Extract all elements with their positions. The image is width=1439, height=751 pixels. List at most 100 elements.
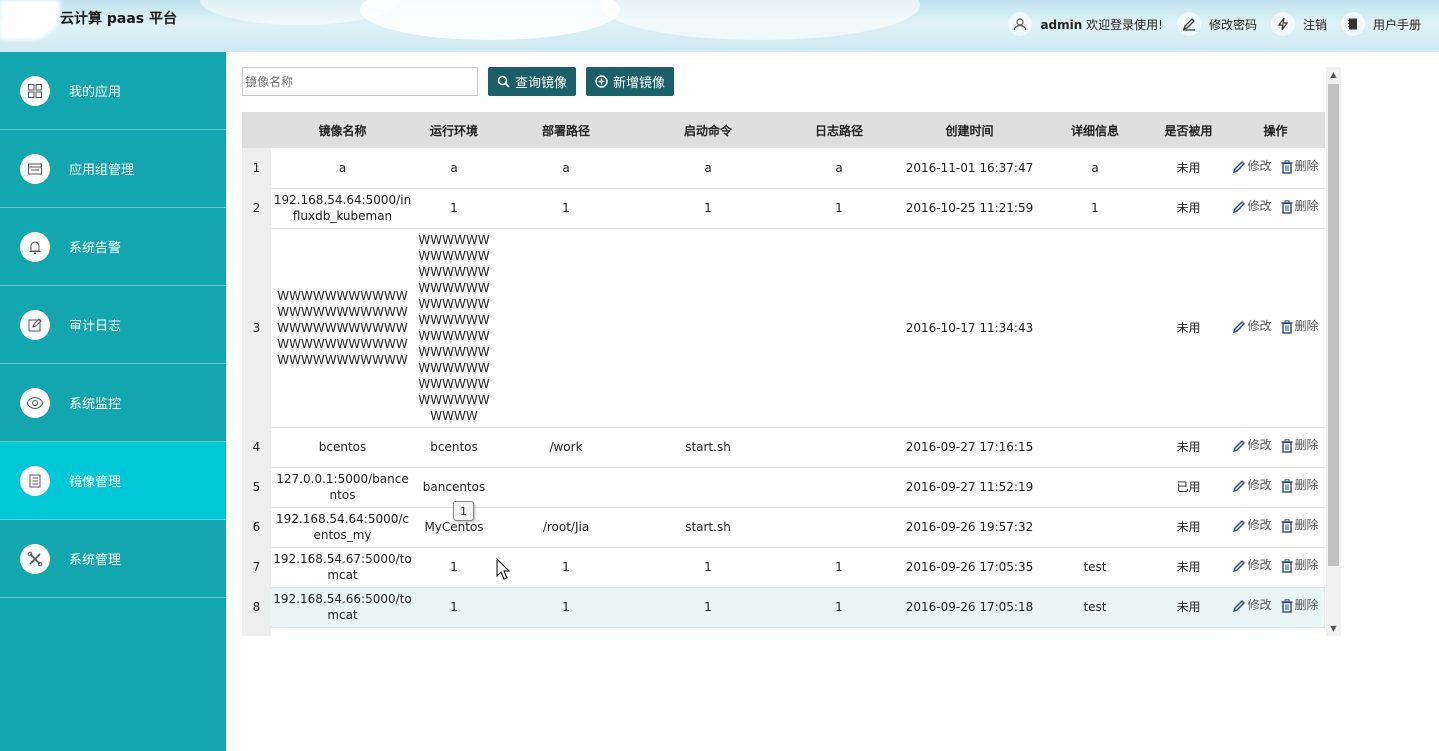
edit-label: 修改 — [1247, 438, 1272, 452]
delete-button[interactable]: 删除 — [1280, 437, 1319, 453]
delete-button[interactable]: 删除 — [1280, 477, 1319, 493]
user-manual-link[interactable]: 用户手册 — [1340, 12, 1421, 36]
table-cell-log — [778, 507, 900, 548]
table-cell-cmd: 1 — [638, 627, 778, 636]
pencil-icon — [1233, 600, 1246, 613]
sidebar-item-monitoring[interactable]: 系统监控 — [0, 364, 226, 442]
sidebar-item-alerts[interactable]: 系统告警 — [0, 208, 226, 286]
image-table: 镜像名称 运行环境 部署路径 启动命令 日志路径 创建时间 详细信息 是否被用 … — [242, 112, 1325, 636]
table-cell-cmd: 1 — [638, 587, 778, 628]
logout-link[interactable]: 注销 — [1270, 12, 1327, 36]
sidebar-item-label: 系统管理 — [69, 553, 122, 568]
table-cell-n: 8 — [242, 587, 271, 628]
delete-button[interactable]: 删除 — [1280, 557, 1319, 573]
table-cell-env: 1 — [414, 547, 494, 588]
pencil-icon — [1176, 12, 1201, 36]
column-header: 镜像名称 — [318, 123, 367, 138]
sidebar-item-label: 系统告警 — [69, 241, 122, 256]
table-cell-path: 1 — [494, 627, 638, 636]
table-cell-name: 127.0.0.1:5000/bancentos — [271, 467, 414, 508]
table-cell-actions: 修改删除 — [1226, 627, 1325, 636]
table-cell-cmd — [638, 467, 778, 508]
table-cell-n: 2 — [242, 188, 271, 229]
table-row: 3 WWWWWWWWWWWWWWWWWWWWWWWWWWWWWWWWWWWWWWW… — [242, 228, 1325, 428]
table-cell-actions: 修改 删除 — [1226, 228, 1325, 428]
table-cell-name: bcentos — [271, 427, 414, 468]
sidebar-item-my-apps[interactable]: 我的应用 — [0, 52, 226, 130]
table-cell-log: 1 — [778, 627, 900, 636]
table-cell-name: a — [271, 148, 414, 189]
pencil-icon — [1233, 480, 1246, 493]
table-cell-time: 2016-11-01 16:37:47 — [900, 148, 1039, 189]
table-cell-log: 1 — [778, 547, 900, 588]
table-cell-log — [778, 467, 900, 508]
trash-icon — [1281, 439, 1292, 453]
table-cell-cmd: 1 — [638, 188, 778, 229]
scroll-down-arrow-icon[interactable]: ▼ — [1326, 621, 1341, 636]
table-cell-detail — [1039, 228, 1151, 428]
table-cell-name: 192.168.54.64:5000/influxdb_kubeman — [271, 188, 414, 229]
edit-button[interactable]: 修改 — [1232, 158, 1272, 174]
table-cell-path: 1 — [494, 188, 638, 229]
table-cell-env: WWWWWWWWWWWWWWWWWWWWWWWWWWWWWWWWWWWWWWWW… — [414, 228, 494, 428]
table-cell-actions: 修改删除 — [1226, 148, 1325, 189]
sidebar-item-label: 我的应用 — [69, 85, 122, 100]
delete-button[interactable]: 删除 — [1280, 318, 1319, 334]
window-icon — [20, 153, 50, 184]
query-image-button[interactable]: 查询镜像 — [488, 67, 577, 96]
sidebar-item-images[interactable]: 镜像管理 — [0, 442, 226, 520]
edit-button[interactable]: 修改 — [1232, 597, 1272, 613]
edit-button[interactable]: 修改 — [1232, 557, 1272, 573]
scrollbar-thumb[interactable] — [1328, 84, 1339, 566]
delete-label: 删除 — [1294, 318, 1319, 333]
column-header: 创建时间 — [945, 123, 994, 138]
sidebar-item-app-groups[interactable]: 应用组管理 — [0, 130, 226, 208]
delete-button[interactable]: 删除 — [1280, 517, 1319, 533]
table-cell-time: 2016-10-17 11:34:43 — [900, 228, 1039, 428]
delete-button[interactable]: 删除 — [1280, 198, 1319, 214]
image-name-search-input[interactable] — [242, 67, 478, 96]
table-cell-time: 2016-10-25 11:21:59 — [900, 188, 1039, 229]
delete-button[interactable]: 删除 — [1280, 158, 1319, 174]
table-cell-used: 未用 — [1151, 148, 1226, 189]
add-image-button[interactable]: 新增镜像 — [586, 67, 675, 96]
edit-button[interactable]: 修改 — [1232, 318, 1272, 334]
table-cell-used: 未用 — [1151, 507, 1226, 548]
pencil-icon — [1233, 201, 1246, 214]
table-cell-used: 未用 — [1151, 188, 1226, 229]
table-row: 8 192.168.54.66:5000/tomcat 1 1 1 1 2016-09-26… — [242, 587, 1325, 628]
column-header: 操作 — [1263, 123, 1288, 138]
delete-label: 删除 — [1294, 438, 1319, 452]
column-header — [242, 112, 271, 148]
table-cell-cmd: a — [638, 148, 778, 189]
sidebar: 我的应用 应用组管理 系统告警 审计日志 系统监控 镜像管理 系统管理 — [0, 52, 226, 751]
tools-icon — [20, 543, 50, 574]
table-cell-detail: 1 — [1039, 188, 1151, 229]
table-cell-path: 1 — [494, 587, 638, 628]
delete-button[interactable]: 删除 — [1280, 597, 1319, 613]
change-password-link[interactable]: 修改密码 — [1176, 12, 1257, 36]
table-cell-used: 未用 — [1151, 587, 1226, 628]
table-scrollbar[interactable]: ▲ ▼ — [1326, 67, 1341, 636]
edit-button[interactable]: 修改 — [1232, 437, 1272, 453]
sidebar-item-audit-log[interactable]: 审计日志 — [0, 286, 226, 364]
sidebar-item-label: 审计日志 — [69, 319, 122, 334]
trash-icon — [1281, 200, 1292, 214]
pencil-icon — [1233, 560, 1246, 573]
table-cell-path — [494, 228, 638, 428]
sidebar-item-system[interactable]: 系统管理 — [0, 520, 226, 598]
user-info: admin 欢迎登录使用! — [1008, 12, 1163, 36]
column-header: 启动命令 — [683, 123, 732, 138]
edit-button[interactable]: 修改 — [1232, 517, 1272, 533]
table-cell-log: a — [778, 148, 900, 189]
edit-label: 修改 — [1247, 158, 1272, 173]
scroll-up-arrow-icon[interactable]: ▲ — [1326, 67, 1341, 82]
logout-label: 注销 — [1302, 17, 1327, 32]
edit-label: 修改 — [1247, 199, 1272, 213]
table-cell-name: registry — [271, 627, 414, 636]
table-cell-path: /work — [494, 427, 638, 468]
edit-button[interactable]: 修改 — [1232, 477, 1272, 493]
table-cell-n: 1 — [242, 148, 271, 189]
edit-button[interactable]: 修改 — [1232, 198, 1272, 214]
table-cell-env: bcentos — [414, 427, 494, 468]
